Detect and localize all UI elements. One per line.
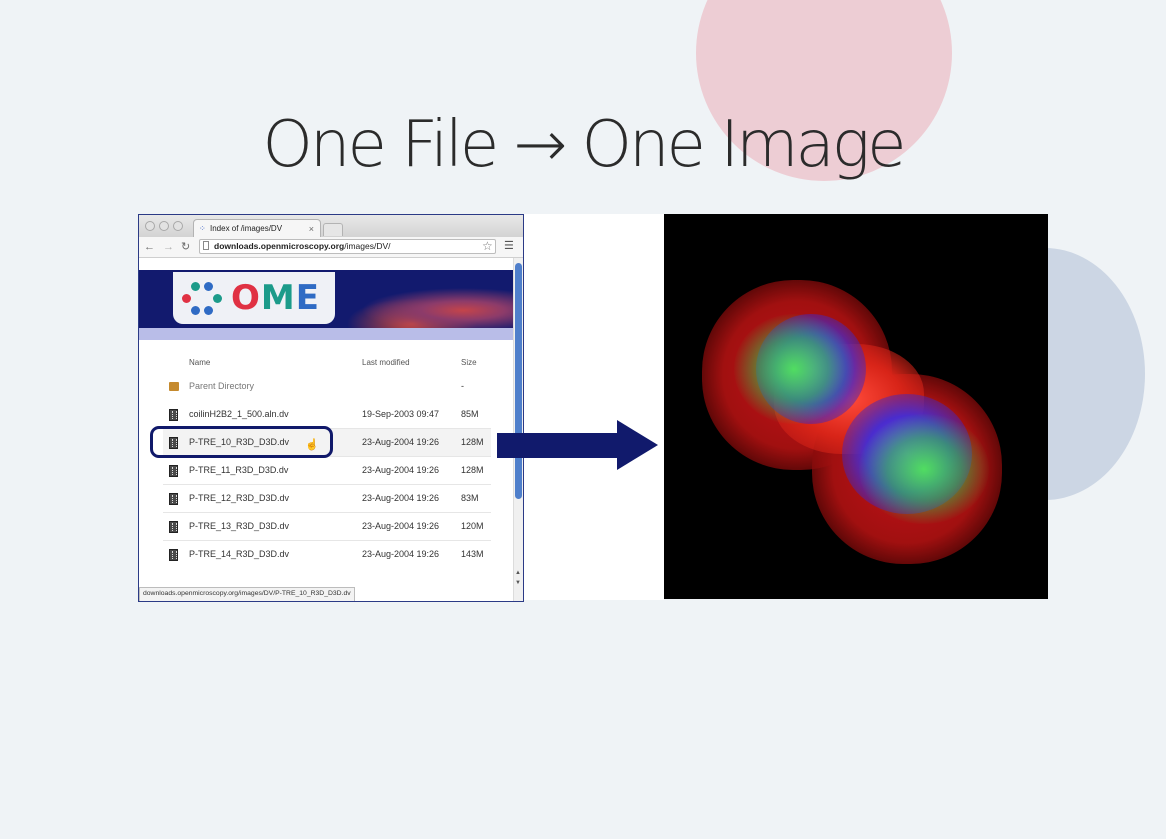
film-file-icon	[169, 409, 178, 421]
new-tab-button[interactable]	[323, 223, 343, 236]
file-size: 128M	[461, 465, 484, 475]
banner-cells-image	[344, 284, 513, 328]
column-header-last-modified[interactable]: Last modified	[362, 358, 410, 367]
scrollbar-thumb[interactable]	[515, 263, 522, 499]
file-row[interactable]: P-TRE_12_R3D_D3D.dv 23-Aug-2004 19:26 83…	[163, 485, 491, 513]
parent-directory-link[interactable]: Parent Directory	[189, 381, 254, 391]
reload-icon[interactable]: ↻	[181, 240, 190, 254]
file-row[interactable]: P-TRE_13_R3D_D3D.dv 23-Aug-2004 19:26 12…	[163, 513, 491, 541]
url-host: downloads.openmicroscopy.org	[214, 241, 345, 251]
hamburger-menu-icon[interactable]: ☰	[504, 239, 514, 253]
file-size: 128M	[461, 437, 484, 447]
file-modified: 19-Sep-2003 09:47	[362, 409, 440, 419]
close-window-button[interactable]	[145, 221, 155, 231]
file-modified: 23-Aug-2004 19:26	[362, 437, 440, 447]
column-header-name[interactable]: Name	[189, 358, 210, 367]
film-file-icon	[169, 465, 178, 477]
file-name-link[interactable]: coilinH2B2_1_500.aln.dv	[189, 409, 289, 419]
microscopy-image	[664, 214, 1048, 599]
parent-size: -	[461, 381, 464, 391]
zoom-window-button[interactable]	[173, 221, 183, 231]
file-modified: 23-Aug-2004 19:26	[362, 549, 440, 559]
star-icon[interactable]: ☆	[482, 239, 493, 253]
file-name-link[interactable]: P-TRE_14_R3D_D3D.dv	[189, 549, 289, 559]
right-arrow-icon	[497, 433, 621, 458]
back-arrow-icon[interactable]: ←	[144, 240, 155, 254]
spindle-right	[859, 414, 989, 524]
url-path: /images/DV/	[344, 241, 391, 251]
file-modified: 23-Aug-2004 19:26	[362, 521, 440, 531]
film-file-icon	[169, 521, 178, 533]
ome-logo-text: OME	[231, 278, 320, 318]
browser-window: ⁘ Index of /images/DV × ← → ↻ downloads.…	[138, 214, 524, 602]
file-modified: 23-Aug-2004 19:26	[362, 465, 440, 475]
page-viewport: OME Name Last modified Size Parent Direc…	[139, 258, 513, 601]
film-file-icon	[169, 493, 178, 505]
vertical-scrollbar[interactable]: ▲ ▼	[513, 258, 523, 601]
ome-favicon-icon: ⁘	[199, 224, 206, 233]
ome-logo-dots-icon	[179, 279, 223, 319]
page-icon	[203, 241, 209, 250]
file-size: 83M	[461, 493, 479, 503]
file-name-link[interactable]: P-TRE_11_R3D_D3D.dv	[189, 465, 288, 475]
slide-title: One File → One Image	[262, 108, 907, 182]
spindle-left	[734, 314, 854, 424]
tab-index-images-dv[interactable]: ⁘ Index of /images/DV ×	[193, 219, 321, 237]
file-name-link[interactable]: P-TRE_12_R3D_D3D.dv	[189, 493, 289, 503]
file-size: 120M	[461, 521, 484, 531]
column-header-size[interactable]: Size	[461, 358, 477, 367]
status-bar: downloads.openmicroscopy.org/images/DV/P…	[139, 587, 355, 601]
film-file-icon	[169, 549, 178, 561]
tab-title: Index of /images/DV	[210, 224, 283, 233]
file-name-link[interactable]: P-TRE_13_R3D_D3D.dv	[189, 521, 289, 531]
file-row[interactable]: P-TRE_11_R3D_D3D.dv 23-Aug-2004 19:26 12…	[163, 457, 491, 485]
hand-cursor-icon: ☝	[305, 439, 319, 451]
tab-strip: ⁘ Index of /images/DV ×	[139, 215, 523, 237]
parent-directory-row[interactable]: Parent Directory -	[163, 373, 491, 401]
forward-arrow-icon[interactable]: →	[163, 240, 174, 254]
folder-icon	[169, 382, 179, 391]
banner-strip	[139, 328, 513, 340]
scroll-up-arrow-icon[interactable]: ▲	[515, 570, 521, 576]
file-size: 85M	[461, 409, 479, 419]
minimize-window-button[interactable]	[159, 221, 169, 231]
ome-banner: OME	[139, 270, 513, 328]
address-bar[interactable]: downloads.openmicroscopy.org/images/DV/	[199, 239, 496, 254]
tab-close-icon[interactable]: ×	[309, 220, 314, 238]
file-row[interactable]: coilinH2B2_1_500.aln.dv 19-Sep-2003 09:4…	[163, 401, 491, 429]
scroll-down-arrow-icon[interactable]: ▼	[515, 580, 521, 586]
browser-toolbar: ← → ↻ downloads.openmicroscopy.org/image…	[139, 237, 523, 258]
file-modified: 23-Aug-2004 19:26	[362, 493, 440, 503]
right-arrow-head-icon	[617, 420, 658, 470]
ome-logo[interactable]: OME	[173, 272, 335, 324]
file-size: 143M	[461, 549, 484, 559]
file-row[interactable]: P-TRE_14_R3D_D3D.dv 23-Aug-2004 19:26 14…	[163, 541, 491, 569]
white-backdrop	[523, 214, 664, 600]
